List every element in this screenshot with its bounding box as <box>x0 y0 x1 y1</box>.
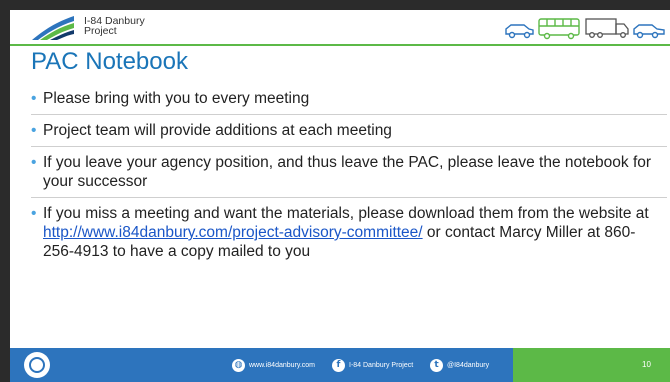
slide-header: I-84 Danbury Project <box>10 10 670 44</box>
footer-website-text: www.i84danbury.com <box>249 361 316 369</box>
bullet-item: • Project team will provide additions at… <box>31 121 661 140</box>
footer-twitter-text: @I84danbury <box>447 361 490 369</box>
slide: I-84 Danbury Project PAC Notebook • Plea… <box>10 10 670 382</box>
bullet-divider <box>31 197 667 198</box>
globe-icon: ◍ <box>232 358 245 372</box>
car-icon <box>633 24 665 39</box>
page-number: 10 <box>642 360 651 369</box>
bullet-item: • If you miss a meeting and want the mat… <box>31 204 661 261</box>
footer-logo-icon <box>24 352 50 378</box>
car-icon <box>505 24 534 39</box>
logo-subtitle: Project <box>84 25 117 37</box>
bullet-text: Project team will provide additions at e… <box>43 122 392 139</box>
project-logo <box>32 16 74 40</box>
footer-website: ◍ www.i84danbury.com <box>232 358 315 372</box>
bullet-marker: • <box>31 205 37 222</box>
bus-icon <box>538 18 580 40</box>
bullet-item: • Please bring with you to every meeting <box>31 89 661 108</box>
bullet-marker: • <box>31 122 37 139</box>
bullet-text: Please bring with you to every meeting <box>43 90 310 107</box>
bullet-marker: • <box>31 90 37 107</box>
bullet-text: If you leave your agency position, and t… <box>43 154 652 190</box>
header-divider <box>10 44 670 46</box>
website-link[interactable]: http://www.i84danbury.com/project-adviso… <box>43 224 423 241</box>
footer-facebook-text: I-84 Danbury Project <box>349 361 414 369</box>
bullet-text: If you miss a meeting and want the mater… <box>43 205 649 222</box>
vehicle-icons <box>505 18 665 40</box>
slide-footer: ◍ www.i84danbury.com f I-84 Danbury Proj… <box>10 348 670 382</box>
slide-title: PAC Notebook <box>31 48 188 75</box>
bullet-item: • If you leave your agency position, and… <box>31 153 661 191</box>
bullet-divider <box>31 146 667 147</box>
bullet-divider <box>31 114 667 115</box>
logo-text: I-84 Danbury Project <box>84 16 145 37</box>
footer-logo-ring <box>29 357 45 373</box>
footer-twitter: t @I84danbury <box>430 358 489 372</box>
bullet-marker: • <box>31 154 37 171</box>
bullet-list: • Please bring with you to every meeting… <box>31 89 667 267</box>
twitter-icon: t <box>430 358 443 372</box>
truck-icon <box>585 18 629 38</box>
facebook-icon: f <box>332 358 345 372</box>
footer-facebook: f I-84 Danbury Project <box>332 358 413 372</box>
